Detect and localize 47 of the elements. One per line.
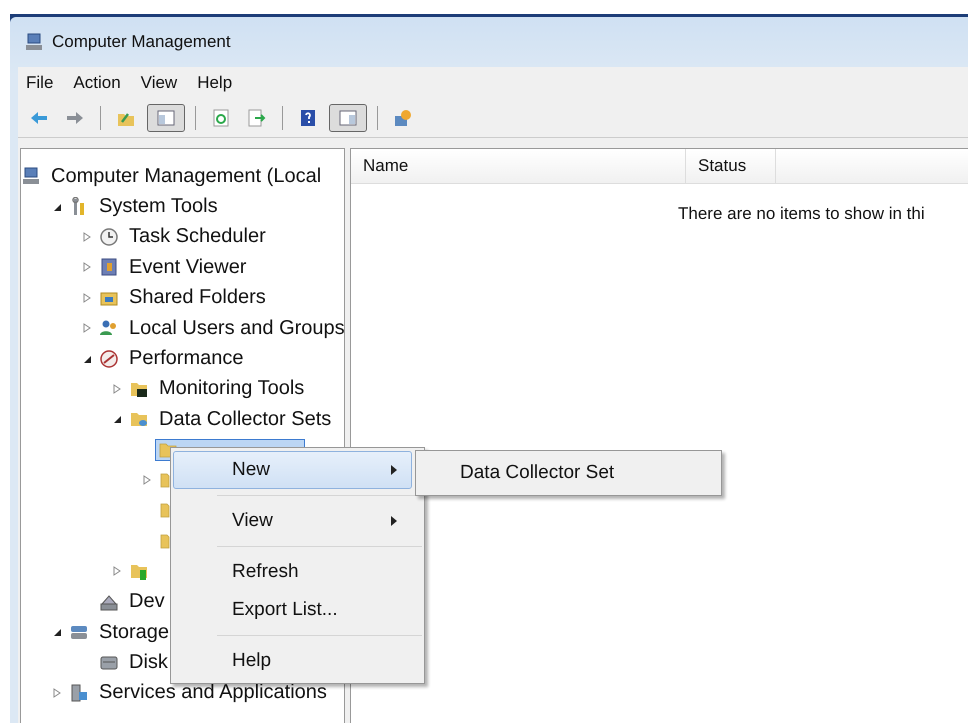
tree-item[interactable]: Services and Applications [95,682,331,704]
tree-item[interactable]: Computer Management (Local [47,166,326,187]
tree-item[interactable]: Dev [125,591,169,612]
expand-arrow-icon[interactable] [51,686,63,699]
server-icon [69,682,89,703]
expand-arrow-icon[interactable] [111,382,123,395]
document-icon [99,257,119,278]
menu-item[interactable]: New [173,451,412,489]
tree-item[interactable]: Storage [95,622,174,643]
tree-item[interactable]: Event Viewer [125,256,250,278]
clock-icon [99,226,119,247]
window-title: Computer Management [52,32,231,52]
tree-item[interactable]: Performance [125,348,248,370]
expand-arrow-icon[interactable] [81,322,93,334]
expand-arrow-icon[interactable] [81,292,93,304]
menu-item[interactable]: Export List... [173,591,412,629]
toolbar-button[interactable] [147,104,185,132]
tree-item[interactable]: System Tools [95,196,222,218]
help-icon [298,108,318,128]
menu-item[interactable]: View [173,502,412,540]
column-header[interactable]: Name [363,156,408,176]
expand-arrow-icon[interactable] [81,230,93,243]
tree-item[interactable]: Data Collector Sets [155,408,336,430]
tree-item[interactable]: Local Users and Groups [125,318,344,339]
computer-icon [24,32,44,52]
panel-icon [338,108,358,128]
expand-arrow-icon[interactable] [81,261,93,274]
tree-item[interactable]: Task Scheduler [125,226,270,248]
menu-item[interactable]: File [26,73,54,93]
tree-item[interactable]: Shared Folders [125,287,270,308]
menu-item[interactable]: Help [173,642,412,680]
empty-message: There are no items to show in thi [678,204,925,223]
menu-item[interactable]: Refresh [173,553,412,591]
column-header[interactable]: Status [698,156,746,176]
menu-item[interactable]: Help [197,73,232,93]
panel-icon [156,108,176,128]
menu-item[interactable]: Data Collector Set [419,454,718,492]
expand-arrow-icon[interactable] [141,474,153,486]
computer-icon [21,166,41,186]
tree-item[interactable]: Disk [125,652,172,673]
menu-item[interactable]: View [140,73,178,93]
toolbar-button[interactable] [329,104,367,132]
expand-arrow-icon[interactable] [111,565,123,578]
tree-item[interactable]: Monitoring Tools [155,378,308,400]
refresh-icon [211,108,231,128]
menu-item[interactable]: Action [73,73,121,93]
export-icon [247,108,267,128]
